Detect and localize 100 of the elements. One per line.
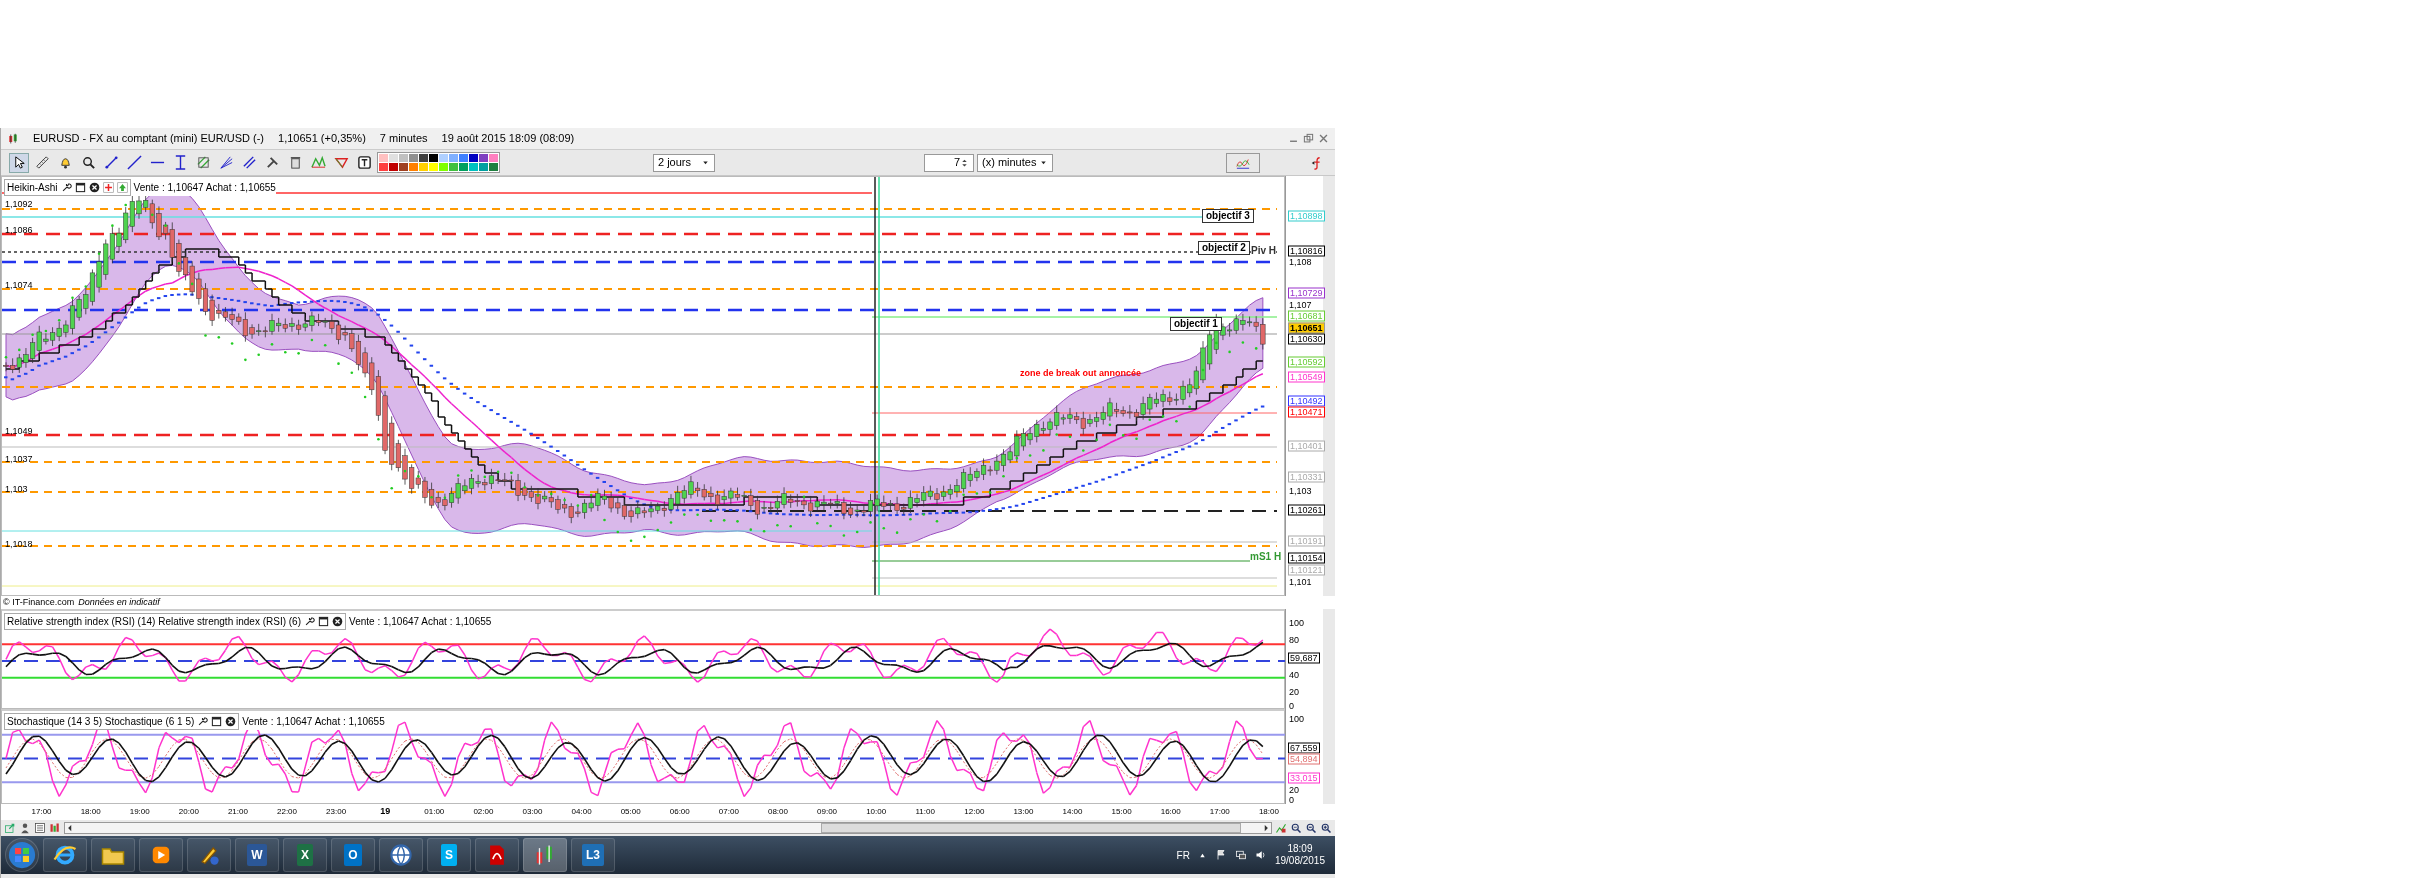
wrench-icon[interactable] xyxy=(60,182,72,193)
interval-spinner[interactable]: 7 xyxy=(924,153,974,172)
zoom-fit-icon[interactable] xyxy=(1290,822,1302,834)
network-icon[interactable] xyxy=(1234,849,1247,861)
price-label: 1,1037 xyxy=(5,454,33,464)
bid-ask-quote: Vente : 1,10647 Achat : 1,10655 xyxy=(349,615,492,629)
app-button[interactable] xyxy=(379,838,423,872)
time-label: 20:00 xyxy=(177,806,200,818)
window-icon[interactable] xyxy=(318,616,329,627)
zoom-in-icon[interactable] xyxy=(1320,822,1332,834)
scrollbar-thumb[interactable] xyxy=(821,823,1241,833)
wave-icon xyxy=(310,155,326,170)
ruler-icon xyxy=(34,155,50,170)
caret-icon xyxy=(1039,158,1048,167)
time-label: 15:00 xyxy=(1110,806,1133,818)
current-price-tag: 1,10651 xyxy=(1288,322,1325,334)
trading-app-button[interactable] xyxy=(523,838,567,872)
time-label: 21:00 xyxy=(226,806,249,818)
clock-date: 19/08/2015 xyxy=(1274,855,1325,867)
axis-label: 80 xyxy=(1288,635,1301,645)
time-label: 11:00 xyxy=(914,806,936,818)
value-tag: 67,559 xyxy=(1288,742,1320,754)
level-label: mS1 H xyxy=(1250,551,1282,562)
start-button[interactable] xyxy=(5,838,39,872)
window-icon[interactable] xyxy=(74,182,86,193)
time-label: 16:00 xyxy=(1159,806,1182,818)
chart-note: zone de break out annoncée xyxy=(1020,367,1142,379)
value-tag: 1,10401 xyxy=(1288,440,1325,452)
value-tag: 1,10898 xyxy=(1288,210,1325,222)
window-icon[interactable] xyxy=(211,716,223,727)
time-label: 17:00 xyxy=(1208,806,1231,818)
price-label: 1,1074 xyxy=(5,280,33,290)
price-label: 1,1049 xyxy=(5,426,33,436)
tools-icon xyxy=(264,155,280,170)
pointer-tool-button[interactable] xyxy=(9,152,29,173)
axis-label: 0 xyxy=(1288,795,1296,805)
date-time: 19 août 2015 18:09 (08:09) xyxy=(441,131,575,147)
value-tag: 1,10729 xyxy=(1288,287,1325,299)
time-label: 14:00 xyxy=(1061,806,1084,818)
windows-logo-icon xyxy=(8,841,36,869)
arrow-up-icon[interactable] xyxy=(116,182,128,193)
file-manager-button[interactable] xyxy=(91,838,135,872)
time-label: 01:00 xyxy=(423,806,446,818)
list-icon[interactable] xyxy=(34,822,46,834)
axis-label: 1,101 xyxy=(1288,577,1313,587)
close-icon[interactable] xyxy=(332,616,343,627)
value-tag: 1,10681 xyxy=(1288,310,1325,322)
line-segment-icon xyxy=(103,155,119,170)
app-button[interactable]: O xyxy=(331,838,375,872)
time-label: 06:00 xyxy=(668,806,691,818)
value-tag: 1,10261 xyxy=(1288,504,1325,516)
axis-label: 20 xyxy=(1288,785,1301,795)
time-label: 09:00 xyxy=(816,806,839,818)
indicators-button[interactable] xyxy=(1226,152,1260,173)
zoom-out-icon[interactable] xyxy=(1305,822,1317,834)
time-label: 02:00 xyxy=(472,806,495,818)
time-label: 05:00 xyxy=(619,806,642,818)
media-player-button[interactable] xyxy=(139,838,183,872)
color-palette[interactable] xyxy=(377,152,500,173)
close-icon[interactable] xyxy=(225,716,237,727)
restore-icon[interactable] xyxy=(1303,133,1314,144)
bars-icon[interactable] xyxy=(49,822,61,834)
unit-dropdown[interactable]: (x) minutes xyxy=(977,153,1053,172)
price-label: 1,1092 xyxy=(5,199,33,209)
time-label: 17:00 xyxy=(30,806,53,818)
value-tag: 59,687 xyxy=(1288,652,1320,664)
value-tag: 54,894 xyxy=(1288,753,1320,765)
app-button[interactable]: X xyxy=(283,838,327,872)
browser-button[interactable] xyxy=(43,838,87,872)
target-label: objectif 3 xyxy=(1202,209,1254,223)
app-button[interactable]: W xyxy=(235,838,279,872)
parallel-lines-icon xyxy=(241,155,257,170)
axis-label: 1,107 xyxy=(1288,300,1313,310)
flag-icon[interactable] xyxy=(1214,849,1227,861)
language-indicator: FR xyxy=(1176,848,1190,863)
play-icon xyxy=(150,844,172,866)
speaker-icon[interactable] xyxy=(1254,849,1267,861)
pdf-reader-button[interactable] xyxy=(475,838,519,872)
person-icon[interactable] xyxy=(19,822,31,834)
add-icon[interactable] xyxy=(102,182,114,193)
diagonal-line-icon xyxy=(126,155,142,170)
search-icon xyxy=(80,155,96,170)
range-dropdown[interactable]: 2 jours xyxy=(653,153,715,172)
app-button[interactable]: L3 xyxy=(571,838,615,872)
axis-label: 0 xyxy=(1288,701,1296,711)
time-label: 03:00 xyxy=(521,806,544,818)
caret-icon xyxy=(701,158,710,167)
level-label: Piv H xyxy=(1251,245,1276,256)
time-label: 18:00 xyxy=(79,806,102,818)
time-label: 23:00 xyxy=(325,806,348,818)
value-tag: 1,10331 xyxy=(1288,471,1325,483)
horizontal-scrollbar[interactable] xyxy=(64,822,1272,834)
value-tag: 1,10191 xyxy=(1288,535,1325,547)
target-label: objectif 1 xyxy=(1170,317,1222,331)
wrench-icon[interactable] xyxy=(197,716,209,727)
time-label: 07:00 xyxy=(717,806,740,818)
close-icon[interactable] xyxy=(88,182,100,193)
wrench-icon[interactable] xyxy=(304,616,315,627)
chart-settings-icon[interactable] xyxy=(1275,822,1287,834)
fan-lines-icon xyxy=(218,155,234,170)
